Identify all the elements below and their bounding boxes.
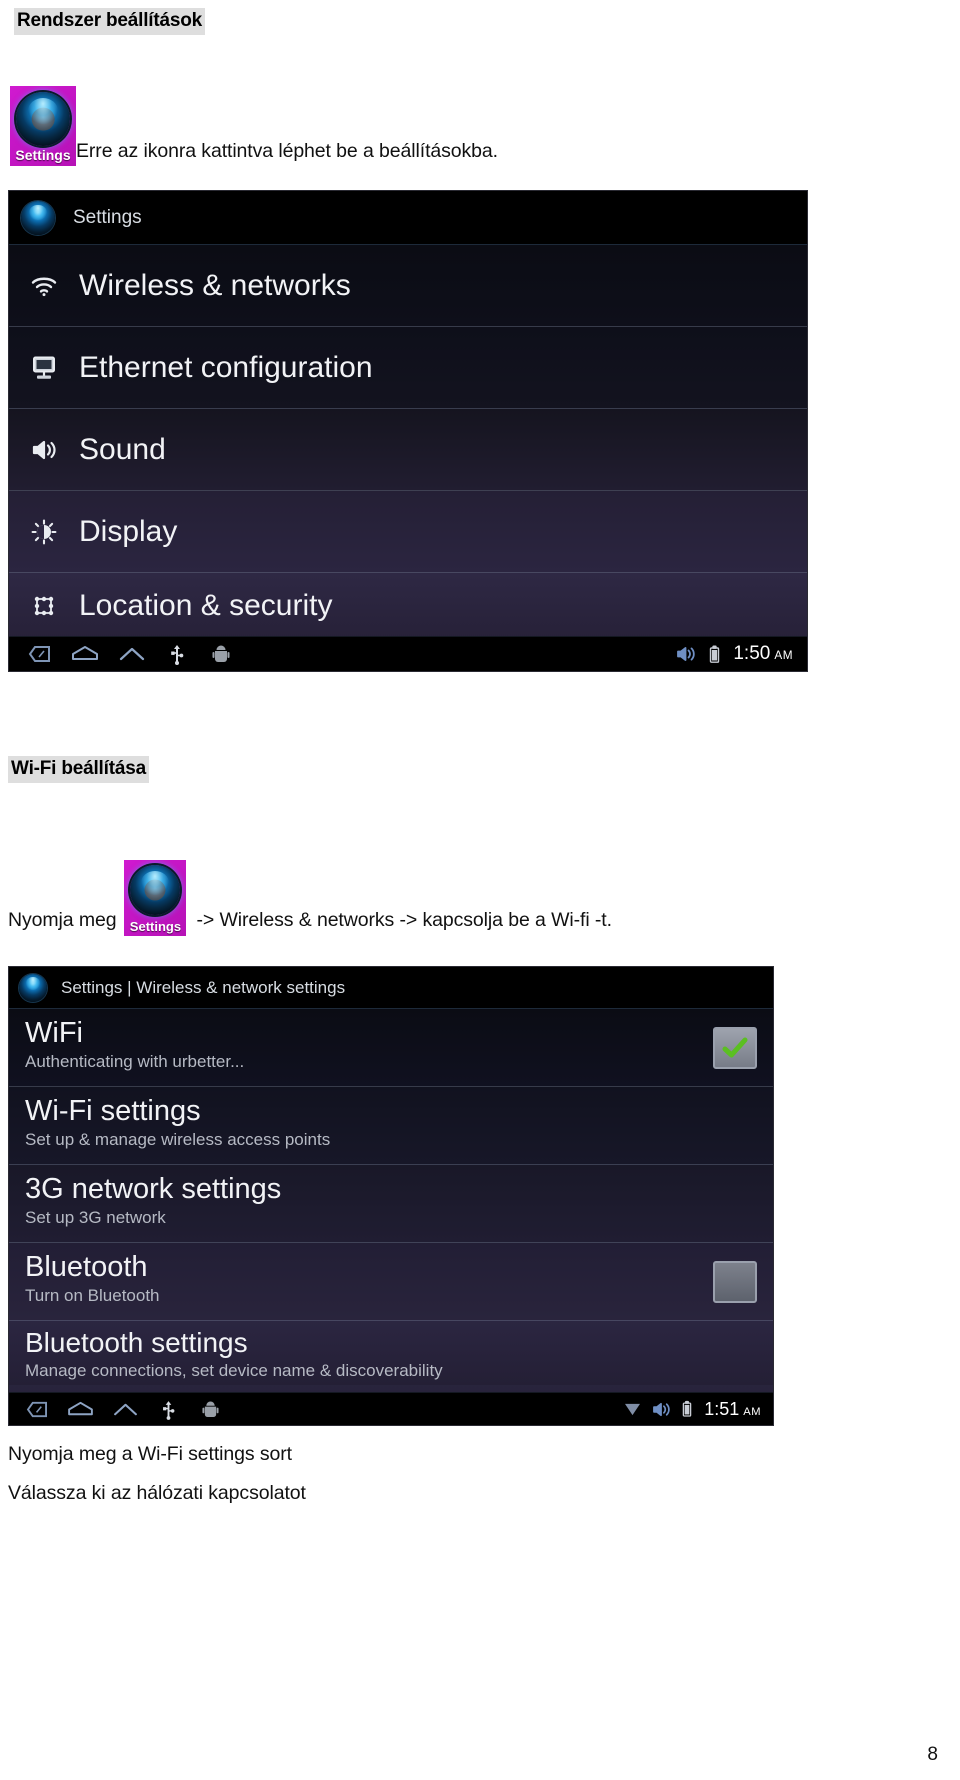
settings-row-display[interactable]: Display <box>9 491 807 573</box>
recent-apps-icon[interactable] <box>109 639 155 669</box>
wireless-row-bluetooth-settings[interactable]: Bluetooth settings Manage connections, s… <box>9 1321 773 1385</box>
check-icon <box>722 1037 748 1058</box>
closing-line-1: Nyomja meg a Wi-Fi settings sort <box>8 1443 292 1465</box>
android-debug-icon <box>189 1395 231 1423</box>
wireless-row-sublabel: Turn on Bluetooth <box>25 1286 160 1305</box>
settings-orb-icon <box>21 200 55 235</box>
screenshot-settings-main: Settings Wireless & networks Ethernet co… <box>8 190 808 672</box>
navbar-clock-ampm: AM <box>743 1405 761 1418</box>
settings-orb-icon <box>130 865 181 915</box>
settings-orb-icon <box>19 973 47 1002</box>
section-title-wifi: Wi-Fi beállítása <box>8 756 149 783</box>
settings-row-sound[interactable]: Sound <box>9 409 807 491</box>
document-page: Rendszer beállítások Settings Erre az ik… <box>0 0 960 1780</box>
settings-row-label: Sound <box>79 432 166 466</box>
brightness-icon <box>23 511 65 553</box>
wireless-row-label: WiFi <box>25 1017 83 1049</box>
volume-icon <box>645 1395 677 1423</box>
closing-line-2: Válassza ki az hálózati kapcsolatot <box>8 1482 306 1504</box>
app-icon-caption: Settings <box>129 919 182 934</box>
wireless-row-sublabel: Set up 3G network <box>25 1208 166 1227</box>
monitor-icon <box>23 347 65 389</box>
settings-row-label: Wireless & networks <box>79 268 351 302</box>
navbar-clock: 1:50 AM <box>733 643 793 665</box>
page-title: Rendszer beállítások <box>14 8 206 35</box>
wireless-row-wifi-settings[interactable]: Wi-Fi settings Set up & manage wireless … <box>9 1087 773 1165</box>
wireless-row-label: Bluetooth settings <box>25 1327 248 1358</box>
volume-icon <box>669 639 703 669</box>
page-number: 8 <box>927 1744 938 1765</box>
screenshot1-titlebar: Settings <box>9 191 807 245</box>
wireless-row-label: Wi-Fi settings <box>25 1095 201 1127</box>
usb-icon <box>155 639 199 669</box>
back-icon[interactable] <box>17 1395 57 1423</box>
wireless-row-wifi[interactable]: WiFi Authenticating with urbetter... <box>9 1009 773 1087</box>
settings-row-wireless-networks[interactable]: Wireless & networks <box>9 245 807 327</box>
wifi-signal-icon <box>619 1395 645 1423</box>
screenshot2-title: Settings | Wireless & network settings <box>61 977 346 997</box>
settings-app-icon[interactable]: Settings <box>124 860 187 936</box>
speaker-icon <box>23 429 65 471</box>
intro-text: Erre az ikonra kattintva léphet be a beá… <box>76 139 498 162</box>
battery-icon <box>703 639 725 669</box>
bluetooth-checkbox[interactable] <box>713 1261 757 1303</box>
wireless-row-bluetooth[interactable]: Bluetooth Turn on Bluetooth <box>9 1243 773 1321</box>
navbar-clock-time: 1:51 <box>704 1398 740 1419</box>
back-icon[interactable] <box>19 639 61 669</box>
settings-row-location-security[interactable]: Location & security <box>9 573 807 639</box>
navbar-clock: 1:51 AM <box>704 1399 761 1420</box>
home-icon[interactable] <box>61 639 109 669</box>
battery-icon <box>677 1395 697 1423</box>
screenshot1-title: Settings <box>73 206 142 228</box>
wireless-row-sublabel: Set up & manage wireless access points <box>25 1130 331 1149</box>
home-icon[interactable] <box>57 1395 103 1423</box>
location-grid-icon <box>23 585 65 627</box>
wireless-row-sublabel: Manage connections, set device name & di… <box>25 1361 443 1380</box>
settings-row-label: Location & security <box>79 589 333 622</box>
settings-row-ethernet-configuration[interactable]: Ethernet configuration <box>9 327 807 409</box>
wifi-icon <box>23 265 65 307</box>
wireless-row-sublabel: Authenticating with urbetter... <box>25 1052 245 1071</box>
screenshot-wireless-network-settings: Settings | Wireless & network settings W… <box>8 966 774 1426</box>
wifi-instruction-prefix: Nyomja meg <box>8 908 117 931</box>
wireless-row-label: 3G network settings <box>25 1173 282 1205</box>
recent-apps-icon[interactable] <box>103 1395 147 1423</box>
usb-icon <box>147 1395 189 1423</box>
screenshot2-navbar: 1:51 AM <box>9 1392 773 1425</box>
wifi-instruction-suffix: -> Wireless & networks -> kapcsolja be a… <box>196 908 612 931</box>
settings-app-icon[interactable]: Settings <box>10 86 76 166</box>
wifi-checkbox[interactable] <box>713 1027 757 1069</box>
screenshot2-titlebar: Settings | Wireless & network settings <box>9 967 773 1009</box>
screenshot1-navbar: 1:50 AM <box>9 636 807 671</box>
wireless-row-label: Bluetooth <box>25 1251 148 1283</box>
app-icon-caption: Settings <box>15 147 71 163</box>
android-debug-icon <box>199 639 243 669</box>
navbar-clock-time: 1:50 <box>733 643 771 664</box>
settings-orb-icon <box>16 92 70 146</box>
wireless-row-3g-network-settings[interactable]: 3G network settings Set up 3G network <box>9 1165 773 1243</box>
settings-row-label: Display <box>79 514 178 548</box>
settings-row-label: Ethernet configuration <box>79 350 373 384</box>
navbar-clock-ampm: AM <box>774 649 793 662</box>
